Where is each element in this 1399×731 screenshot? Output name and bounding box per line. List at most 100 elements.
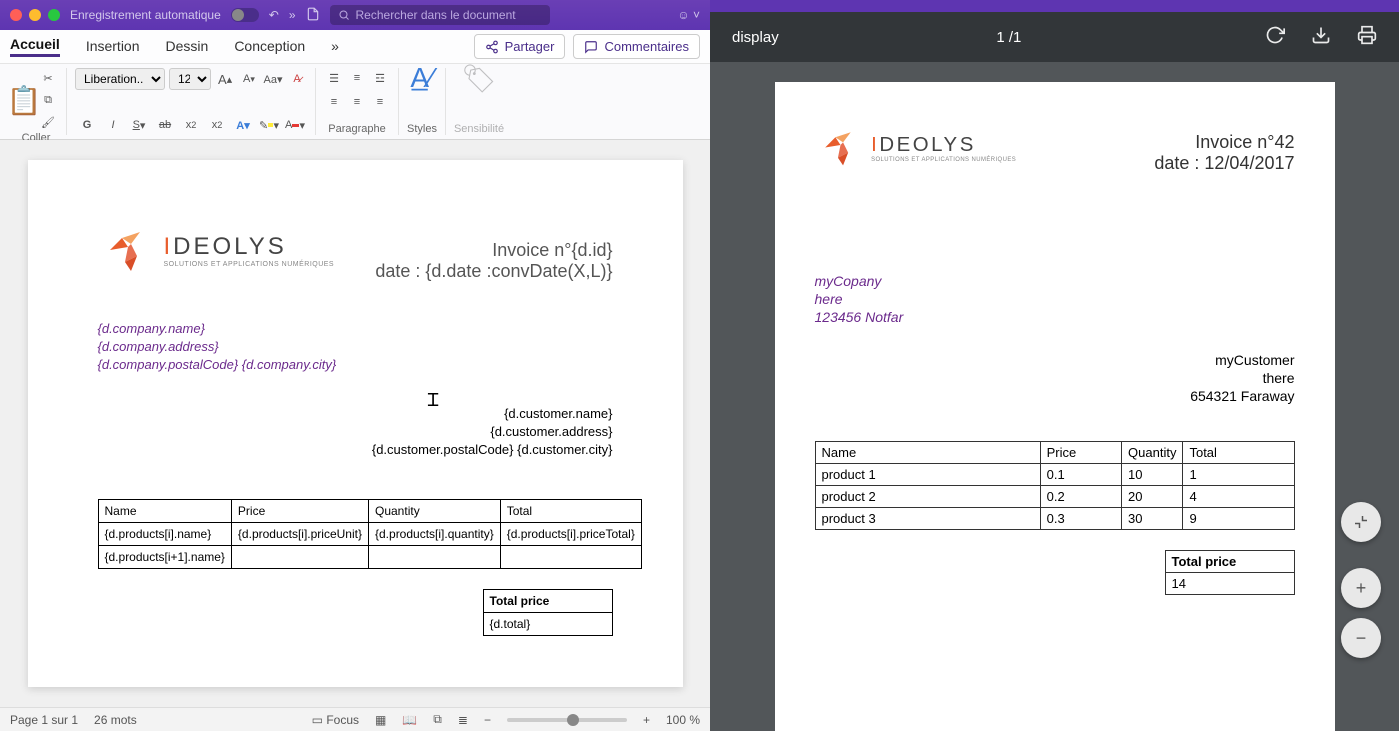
customer-placeholders: {d.customer.name} {d.customer.address} {… bbox=[98, 405, 613, 460]
sensitivity-icon[interactable]: 🏷 bbox=[469, 68, 489, 88]
pdf-company-block: myCopany here 123456 Notfar bbox=[815, 272, 1295, 327]
outline-icon[interactable]: ≣ bbox=[458, 713, 468, 727]
pdf-title: display bbox=[732, 29, 779, 46]
comments-button[interactable]: Commentaires bbox=[573, 34, 700, 59]
ribbon-group-sensitivity: 🏷 Sensibilité bbox=[446, 68, 512, 135]
ribbon-group-font: Liberation... 12 A▴ A▾ Aa▾ A̷ G I S▾ ab … bbox=[67, 68, 316, 135]
comment-icon bbox=[584, 40, 598, 54]
styles-icon[interactable]: A̲⁄ bbox=[412, 68, 432, 88]
font-name-select[interactable]: Liberation... bbox=[75, 68, 165, 90]
font-size-select[interactable]: 12 bbox=[169, 68, 211, 90]
rotate-icon[interactable] bbox=[1265, 25, 1285, 49]
table-row: product 20.2204 bbox=[815, 486, 1294, 508]
word-titlebar: Enregistrement automatique ↶ » Recherche… bbox=[0, 0, 710, 30]
text-effects-icon[interactable]: A▾ bbox=[233, 115, 253, 135]
window-drag-area bbox=[710, 0, 1399, 12]
minimize-window-button[interactable] bbox=[29, 9, 41, 21]
pdf-products-table: Name Price Quantity Total product 10.110… bbox=[815, 441, 1295, 530]
multilevel-icon[interactable]: ☲ bbox=[370, 68, 390, 88]
search-icon bbox=[338, 9, 350, 21]
hummingbird-icon bbox=[98, 220, 158, 280]
underline-icon[interactable]: S▾ bbox=[129, 115, 149, 135]
focus-mode-button[interactable]: ▭ Focus bbox=[312, 713, 359, 727]
invoice-header: Invoice n°{d.id} date : {d.date :convDat… bbox=[375, 240, 612, 282]
print-icon[interactable] bbox=[1357, 25, 1377, 49]
italic-icon[interactable]: I bbox=[103, 115, 123, 135]
ribbon-tabs: Accueil Insertion Dessin Conception » Pa… bbox=[0, 30, 710, 64]
print-layout-icon[interactable]: ▦ bbox=[375, 713, 386, 727]
feedback-icon[interactable]: ☺ ˅ bbox=[677, 8, 700, 22]
document-page[interactable]: IDEOLYS SOLUTIONS ET APPLICATIONS NUMÉRI… bbox=[28, 160, 683, 687]
table-row: product 30.3309 bbox=[815, 508, 1294, 530]
download-icon[interactable] bbox=[1311, 25, 1331, 49]
zoom-slider[interactable] bbox=[507, 718, 627, 722]
search-box[interactable]: Rechercher dans le document bbox=[330, 5, 550, 25]
tab-dessin[interactable]: Dessin bbox=[166, 38, 209, 56]
company-placeholders: {d.company.name} {d.company.address} {d.… bbox=[98, 320, 613, 375]
status-page[interactable]: Page 1 sur 1 bbox=[10, 713, 78, 727]
cut-icon[interactable]: ✂ bbox=[38, 68, 58, 88]
zoom-percent[interactable]: 100 % bbox=[666, 713, 700, 727]
table-row: {d.products[i+1].name} bbox=[98, 546, 641, 569]
highlight-icon[interactable]: ✎▾ bbox=[259, 115, 279, 135]
ribbon-group-styles: A̲⁄ Styles bbox=[399, 68, 446, 135]
decrease-font-icon[interactable]: A▾ bbox=[239, 69, 259, 89]
pdf-page: IDEOLYS SOLUTIONS ET APPLICATIONS NUMÉRI… bbox=[775, 82, 1335, 731]
undo-icon[interactable]: ↶ bbox=[269, 8, 279, 22]
clear-formatting-icon[interactable]: A̷ bbox=[287, 69, 307, 89]
document-area[interactable]: IDEOLYS SOLUTIONS ET APPLICATIONS NUMÉRI… bbox=[0, 140, 710, 707]
pdf-viewer: display 1 /1 IDEOLYS SOLUT bbox=[710, 0, 1399, 731]
ribbon-group-paragraph: ☰≡☲ ≡≡≡ Paragraphe bbox=[316, 68, 399, 135]
more-quickaccess-icon[interactable]: » bbox=[289, 8, 296, 22]
document-icon[interactable] bbox=[306, 7, 320, 24]
total-template-table: Total price {d.total} bbox=[483, 589, 613, 636]
change-case-icon[interactable]: Aa▾ bbox=[263, 69, 283, 89]
tab-accueil[interactable]: Accueil bbox=[10, 36, 60, 57]
text-cursor-icon: Ꮖ bbox=[428, 390, 440, 411]
word-window: Enregistrement automatique ↶ » Recherche… bbox=[0, 0, 710, 731]
copy-icon[interactable]: ⧉ bbox=[38, 90, 58, 110]
pdf-customer-block: myCustomer there 654321 Faraway bbox=[815, 351, 1295, 406]
paste-icon[interactable]: 📋 bbox=[14, 90, 34, 110]
status-words[interactable]: 26 mots bbox=[94, 713, 137, 727]
read-mode-icon[interactable]: 📖 bbox=[402, 713, 417, 727]
pdf-page-indicator[interactable]: 1 /1 bbox=[996, 29, 1021, 46]
autosave-label: Enregistrement automatique bbox=[70, 8, 221, 22]
pdf-total-table: Total price 14 bbox=[1165, 550, 1295, 595]
table-row: {d.products[i].name} {d.products[i].pric… bbox=[98, 523, 641, 546]
pdf-invoice-header: Invoice n°42 date : 12/04/2017 bbox=[1154, 132, 1294, 174]
table-header-row: Name Price Quantity Total bbox=[98, 500, 641, 523]
statusbar: Page 1 sur 1 26 mots ▭ Focus ▦ 📖 ⧉ ≣ − +… bbox=[0, 707, 710, 731]
fit-page-button[interactable] bbox=[1341, 502, 1381, 542]
strikethrough-icon[interactable]: ab bbox=[155, 115, 175, 135]
tab-more[interactable]: » bbox=[331, 38, 339, 56]
align-right-icon[interactable]: ≡ bbox=[370, 92, 390, 112]
bullets-icon[interactable]: ☰ bbox=[324, 68, 344, 88]
superscript-icon[interactable]: x2 bbox=[207, 115, 227, 135]
search-placeholder: Rechercher dans le document bbox=[356, 8, 516, 22]
share-button[interactable]: Partager bbox=[474, 34, 566, 59]
ribbon-group-clipboard: 📋 ✂ ⧉ 🖌 Coller bbox=[6, 68, 67, 135]
zoom-in-icon[interactable]: + bbox=[643, 713, 650, 727]
tab-conception[interactable]: Conception bbox=[234, 38, 305, 56]
numbering-icon[interactable]: ≡ bbox=[347, 68, 367, 88]
format-painter-icon[interactable]: 🖌 bbox=[38, 112, 58, 132]
zoom-out-button[interactable]: − bbox=[1341, 618, 1381, 658]
subscript-icon[interactable]: x2 bbox=[181, 115, 201, 135]
table-header-row: Name Price Quantity Total bbox=[815, 442, 1294, 464]
close-window-button[interactable] bbox=[10, 9, 22, 21]
align-left-icon[interactable]: ≡ bbox=[324, 92, 344, 112]
web-layout-icon[interactable]: ⧉ bbox=[433, 712, 442, 727]
pdf-toolbar: display 1 /1 bbox=[710, 12, 1399, 62]
zoom-in-button[interactable]: + bbox=[1341, 568, 1381, 608]
maximize-window-button[interactable] bbox=[48, 9, 60, 21]
align-center-icon[interactable]: ≡ bbox=[347, 92, 367, 112]
tab-insertion[interactable]: Insertion bbox=[86, 38, 140, 56]
zoom-out-icon[interactable]: − bbox=[484, 713, 491, 727]
autosave-toggle[interactable] bbox=[231, 8, 259, 22]
ribbon: 📋 ✂ ⧉ 🖌 Coller Liberation... 12 A▴ A▾ Aa… bbox=[0, 64, 710, 140]
bold-icon[interactable]: G bbox=[77, 115, 97, 135]
pdf-body[interactable]: IDEOLYS SOLUTIONS ET APPLICATIONS NUMÉRI… bbox=[710, 62, 1399, 731]
font-color-icon[interactable]: A▾ bbox=[285, 115, 305, 135]
increase-font-icon[interactable]: A▴ bbox=[215, 69, 235, 89]
